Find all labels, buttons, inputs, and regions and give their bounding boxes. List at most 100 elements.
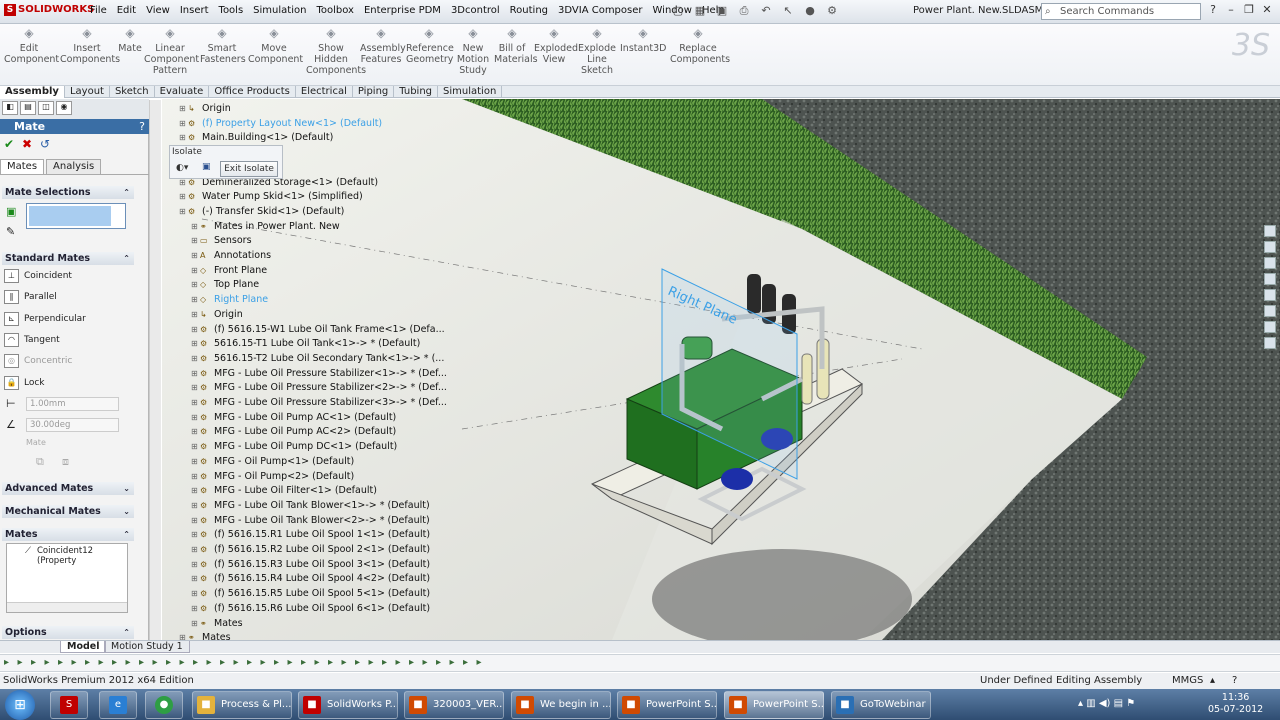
tree-item[interactable]: ⊞ ⚙ (-) Transfer Skid<1> (Default) <box>179 205 344 219</box>
tab-electrical[interactable]: Electrical <box>296 86 353 98</box>
menu-view[interactable]: View <box>146 5 170 16</box>
display-manager-tab-icon[interactable]: ◉ <box>56 101 72 115</box>
heads-up-tool-icon[interactable]: ▸ <box>301 657 306 668</box>
appearances-icon[interactable] <box>1264 305 1276 317</box>
mate-coincident-button[interactable]: ⊥ Coincident <box>4 267 132 285</box>
expand-icon[interactable]: ⌃ <box>123 626 130 639</box>
taskbar-item-powerpoint-s[interactable]: ■ PowerPoint S... <box>617 691 717 719</box>
tree-item[interactable]: ⊞ ◇ Top Plane <box>191 278 259 292</box>
file-explorer-icon[interactable] <box>1264 257 1276 269</box>
expand-toggle-icon[interactable]: ⊞ <box>179 205 188 219</box>
tree-item[interactable]: ⊞ ⚙ 5616.15-T2 Lube Oil Secondary Tank<1>-… <box>191 352 444 366</box>
mate-selection-box[interactable] <box>26 203 126 229</box>
units-dropdown-icon[interactable]: ▴ <box>1210 673 1215 689</box>
flag-icon[interactable]: ⚑ <box>1126 698 1135 709</box>
advanced-mates-section[interactable]: Advanced Mates ⌄ <box>2 482 134 495</box>
collapse-icon[interactable]: ⌃ <box>123 186 130 199</box>
tree-item[interactable]: ⊞ ⚙ (f) 5616.15.R3 Lube Oil Spool 3<1> (De… <box>191 558 430 572</box>
cmd-linear-component-pattern-button[interactable]: ◈ Linear Component Pattern <box>144 27 199 76</box>
view-palette-icon[interactable] <box>1264 289 1276 301</box>
cmd-reference-geometry-button[interactable]: ◈ Reference Geometry <box>406 27 454 65</box>
mate-selections-section[interactable]: Mate Selections ⌃ <box>2 186 134 199</box>
tab-evaluate[interactable]: Evaluate <box>155 86 210 98</box>
collapse-icon[interactable]: ⌃ <box>123 528 130 541</box>
heads-up-tool-icon[interactable]: ▸ <box>369 657 374 668</box>
menu-3dvia-composer[interactable]: 3DVIA Composer <box>558 5 642 16</box>
mate-entry[interactable]: Coincident12 (Property <box>37 546 93 566</box>
cmd-mate-button[interactable]: ◈ Mate <box>116 27 144 54</box>
pin-icon[interactable]: ✎ <box>6 225 15 238</box>
help-icon[interactable]: ? <box>1204 3 1222 19</box>
heads-up-tool-icon[interactable]: ▸ <box>99 657 104 668</box>
tray-expand-icon[interactable]: ▴ <box>1078 698 1083 709</box>
tree-item[interactable]: ⊞ ⚙ MFG - Lube Oil Tank Blower<1>-> * (Def… <box>191 499 430 513</box>
mate-concentric-button[interactable]: ◎ Concentric <box>4 352 132 370</box>
visibility-icon[interactable]: ◐▾ <box>176 163 188 173</box>
menu-routing[interactable]: Routing <box>510 5 548 16</box>
tree-item[interactable]: ⊞ ⚙ 5616.15-T1 Lube Oil Tank<1>-> * (Defau… <box>191 337 420 351</box>
expand-toggle-icon[interactable]: ⊞ <box>179 190 188 204</box>
tab-layout[interactable]: Layout <box>65 86 110 98</box>
taskbar-item-solidworks-p[interactable]: ■ SolidWorks P... <box>298 691 398 719</box>
heads-up-tool-icon[interactable]: ▸ <box>274 657 279 668</box>
tree-item[interactable]: ⊞ ⚙ MFG - Oil Pump<2> (Default) <box>191 470 354 484</box>
undo-icon[interactable]: ↶ <box>758 4 774 18</box>
property-manager-tab-icon[interactable]: ▤ <box>20 101 36 115</box>
tree-item[interactable]: ⊞ ⚙ MFG - Lube Oil Pressure Stabilizer<3>-… <box>191 396 447 410</box>
angle-field[interactable]: 30.00deg <box>26 418 119 432</box>
tree-item[interactable]: ⊞ A Annotations <box>191 249 271 263</box>
menu-3dcontrol[interactable]: 3Dcontrol <box>451 5 500 16</box>
solidworks-logo[interactable]: S SOLIDWORKS <box>4 4 94 16</box>
tab-piping[interactable]: Piping <box>353 86 395 98</box>
tree-item[interactable]: ⊞ ⚙ (f) 5616.15.R1 Lube Oil Spool 1<1> (De… <box>191 528 430 542</box>
close-button[interactable]: ✕ <box>1258 3 1276 19</box>
heads-up-tool-icon[interactable]: ▸ <box>355 657 360 668</box>
mates-list-box[interactable]: ⟋ Coincident12 (Property <box>6 543 128 613</box>
tab-model[interactable]: Model <box>60 641 107 653</box>
mate-perpendicular-button[interactable]: ⊾ Perpendicular <box>4 310 132 328</box>
tree-item[interactable]: ⊞ ⚙ MFG - Oil Pump<1> (Default) <box>191 455 354 469</box>
heads-up-tool-icon[interactable]: ▸ <box>234 657 239 668</box>
heads-up-tool-icon[interactable]: ▸ <box>436 657 441 668</box>
tree-item[interactable]: ⊞ ⚙ MFG - Lube Oil Pump AC<1> (Default) <box>191 411 396 425</box>
expand-toggle-icon[interactable]: ⊞ <box>191 440 200 454</box>
tree-item[interactable]: ⊞ ⚙ MFG - Lube Oil Tank Blower<2>-> * (Def… <box>191 514 430 528</box>
expand-toggle-icon[interactable]: ⊞ <box>191 396 200 410</box>
taskbar-item-gotowebinar[interactable]: ■ GoToWebinar <box>831 691 931 719</box>
expand-toggle-icon[interactable]: ⊞ <box>191 337 200 351</box>
expand-toggle-icon[interactable]: ⊞ <box>191 323 200 337</box>
cmd-edit-component-button[interactable]: ◈ Edit Component <box>4 27 59 65</box>
heads-up-tool-icon[interactable]: ▸ <box>328 657 333 668</box>
search-commands-input[interactable]: ⌕ Search Commands <box>1041 3 1201 20</box>
mate-tangent-button[interactable]: ◠ Tangent <box>4 331 132 349</box>
heads-up-tool-icon[interactable]: ▸ <box>166 657 171 668</box>
tab-motion-study[interactable]: Motion Study 1 <box>104 641 190 653</box>
heads-up-tool-icon[interactable]: ▸ <box>18 657 23 668</box>
units-selector[interactable]: MMGS <box>1172 673 1203 689</box>
tree-item[interactable]: ⊞ ⚙ (f) 5616.15-W1 Lube Oil Tank Frame<1> … <box>191 323 445 337</box>
heads-up-tool-icon[interactable]: ▸ <box>193 657 198 668</box>
expand-toggle-icon[interactable]: ⊞ <box>191 220 200 234</box>
heads-up-tool-icon[interactable]: ▸ <box>220 657 225 668</box>
distance-field[interactable]: 1.00mm <box>26 397 119 411</box>
open-file-icon[interactable]: ▦ <box>692 4 708 18</box>
cmd-replace-components-button[interactable]: ◈ Replace Components <box>670 27 730 65</box>
heads-up-tool-icon[interactable]: ▸ <box>315 657 320 668</box>
menu-edit[interactable]: Edit <box>117 5 136 16</box>
rebuild-icon[interactable]: ● <box>802 4 818 18</box>
search-tab-icon[interactable] <box>1264 273 1276 285</box>
cmd-assembly-features-button[interactable]: ◈ Assembly Features <box>360 27 406 65</box>
subtab-mates[interactable]: Mates <box>0 159 45 174</box>
keyboard-icon[interactable]: ▤ <box>1114 698 1123 709</box>
expand-icon[interactable]: ⌄ <box>123 505 130 518</box>
undo-icon[interactable]: ↺ <box>40 137 54 151</box>
volume-icon[interactable]: ◀) <box>1099 698 1111 709</box>
help-icon[interactable]: ? <box>1232 673 1237 689</box>
tree-item[interactable]: ⊞ ⚙ MFG - Lube Oil Pressure Stabilizer<2>-… <box>191 381 447 395</box>
expand-toggle-icon[interactable]: ⊞ <box>191 381 200 395</box>
cmd-new-motion-study-button[interactable]: ◈ New Motion Study <box>456 27 490 76</box>
cmd-show-hidden-components-button[interactable]: ◈ Show Hidden Components <box>306 27 366 76</box>
viewport-maximize-icon[interactable]: ▢ <box>1237 99 1246 100</box>
expand-toggle-icon[interactable]: ⊞ <box>191 499 200 513</box>
tree-item[interactable]: ⊞ ⚭ Mates <box>191 617 243 631</box>
